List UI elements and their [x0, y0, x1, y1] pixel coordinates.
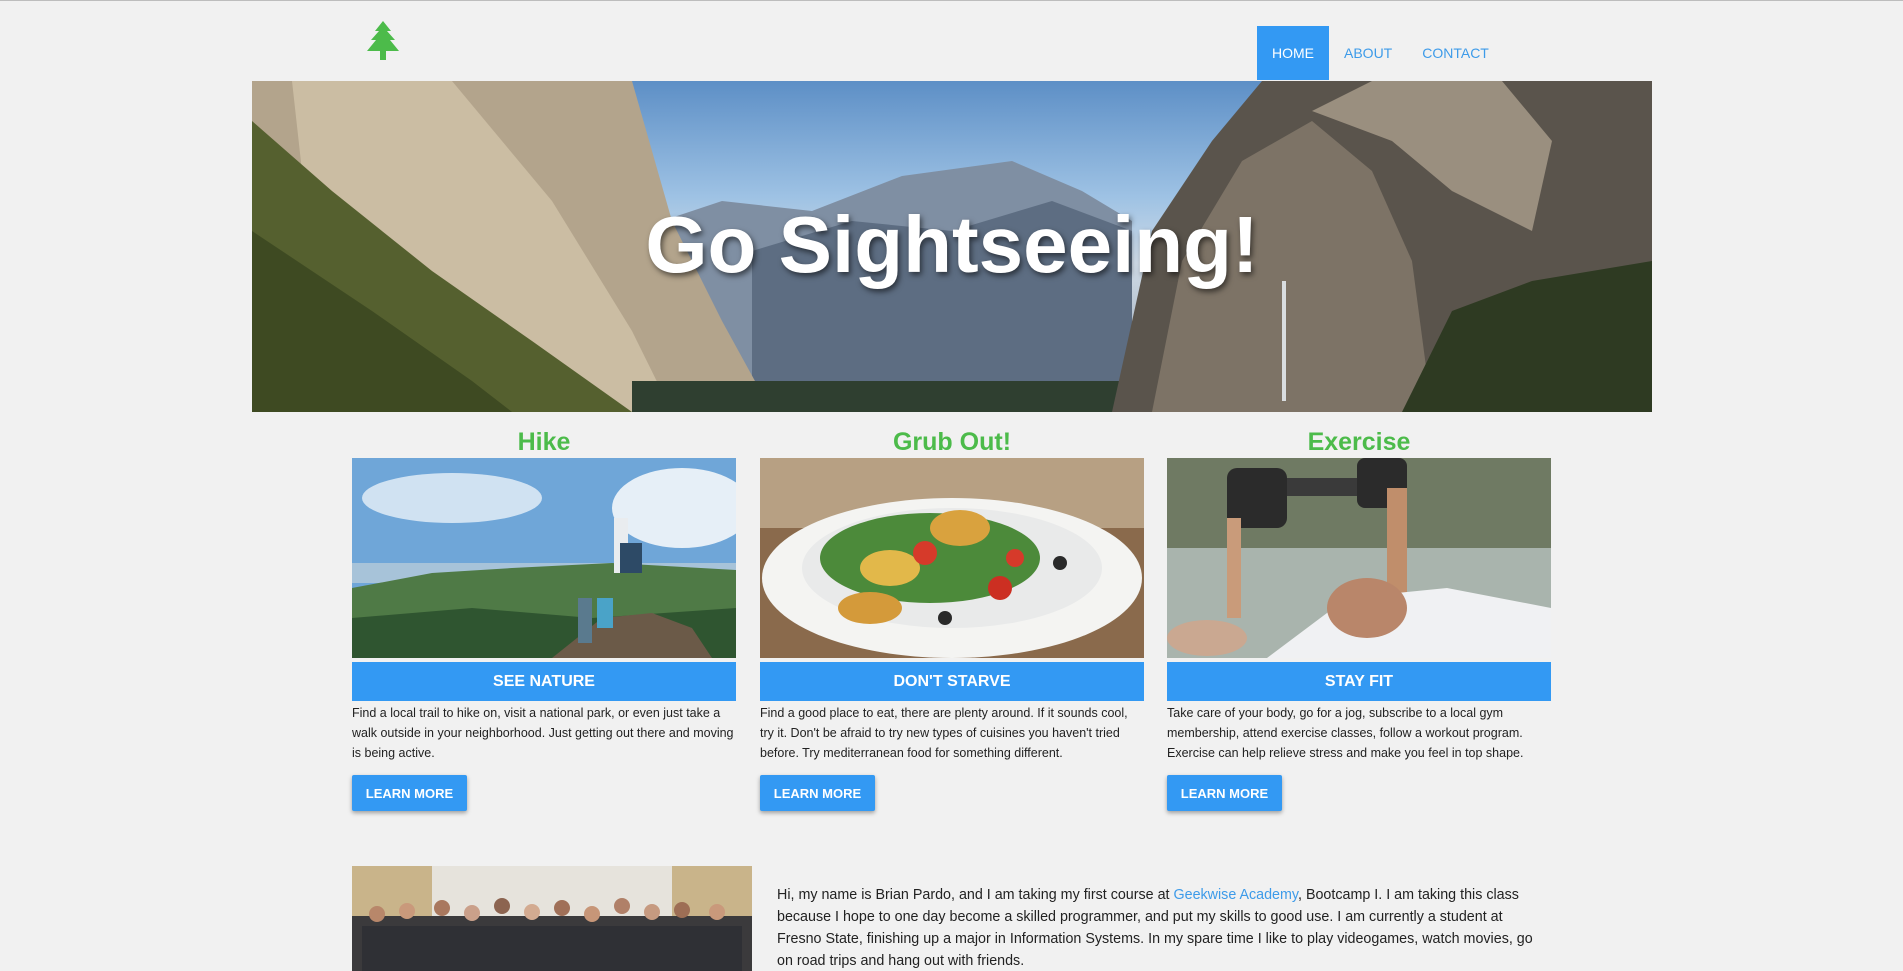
card-description: Take care of your body, go for a jog, su… — [1167, 706, 1524, 760]
nav-contact[interactable]: CONTACT — [1407, 26, 1504, 80]
hiking-image — [352, 458, 736, 658]
exercise-image — [1167, 458, 1551, 658]
card-exercise: Exercise STAY FIT Take care of your body… — [1167, 427, 1551, 811]
salad-image — [760, 458, 1144, 658]
see-nature-banner: SEE NATURE — [352, 662, 736, 701]
about-intro-text: Hi, my name is Brian Pardo, and I am tak… — [777, 887, 1174, 903]
about-paragraph: Hi, my name is Brian Pardo, and I am tak… — [777, 884, 1550, 971]
main-nav: HOME ABOUT CONTACT — [1257, 26, 1504, 80]
card-title: Exercise — [1307, 428, 1411, 456]
learn-more-button[interactable]: LEARN MORE — [1167, 775, 1282, 811]
card-hike: Hike SEE NATURE Find a local trail to hi… — [352, 427, 736, 811]
nav-about[interactable]: ABOUT — [1329, 26, 1407, 80]
learn-more-button[interactable]: LEARN MORE — [760, 775, 875, 811]
card-description: Find a local trail to hike on, visit a n… — [352, 706, 734, 760]
geekwise-academy-link[interactable]: Geekwise Academy — [1174, 887, 1299, 903]
stay-fit-banner: STAY FIT — [1167, 662, 1551, 701]
group-photo — [352, 866, 752, 971]
pine-tree-icon[interactable] — [366, 21, 400, 63]
hero-title: Go Sightseeing! — [645, 200, 1259, 289]
nav-home[interactable]: HOME — [1257, 26, 1329, 80]
card-grub-out: Grub Out! DON'T STARVE Find a good place… — [760, 427, 1144, 811]
card-title: Hike — [517, 428, 571, 456]
card-title: Grub Out! — [892, 428, 1012, 456]
learn-more-button[interactable]: LEARN MORE — [352, 775, 467, 811]
hero-banner: Go Sightseeing! — [252, 81, 1652, 412]
card-description: Find a good place to eat, there are plen… — [760, 706, 1128, 760]
dont-starve-banner: DON'T STARVE — [760, 662, 1144, 701]
